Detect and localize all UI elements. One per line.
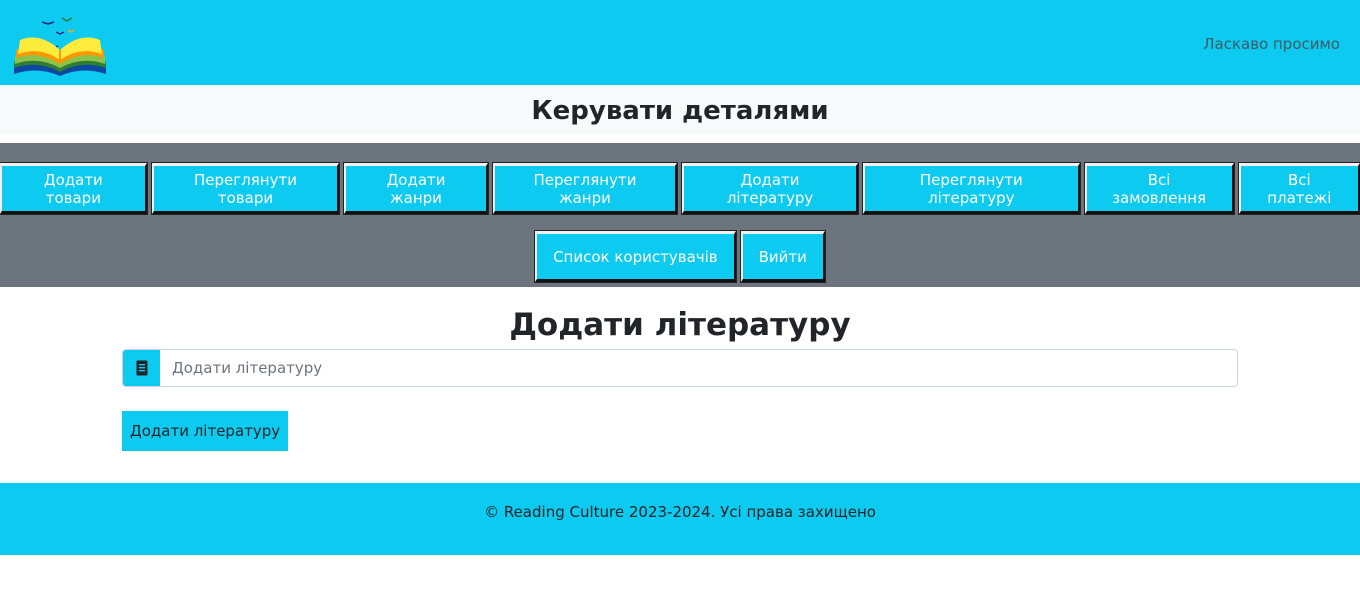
- add-literature-form: Додати літературу Додати літературу: [0, 305, 1360, 451]
- literature-name-input[interactable]: [160, 350, 1237, 386]
- welcome-text[interactable]: Ласкаво просимо: [1203, 35, 1340, 53]
- view-products-button[interactable]: Переглянути товари: [150, 162, 341, 215]
- view-literature-button[interactable]: Переглянути літературу: [861, 162, 1081, 215]
- add-products-button[interactable]: Додати товари: [0, 162, 148, 215]
- all-payments-button[interactable]: Всі платежі: [1237, 162, 1360, 215]
- all-orders-button[interactable]: Всі замовлення: [1083, 162, 1235, 215]
- top-navbar: Ласкаво просимо: [0, 0, 1360, 85]
- admin-menu: Додати товари Переглянути товари Додати …: [0, 143, 1360, 287]
- logout-button[interactable]: Вийти: [739, 230, 826, 283]
- page-title: Додати літературу: [509, 307, 851, 343]
- add-literature-submit-button[interactable]: Додати літературу: [122, 411, 289, 451]
- literature-input-group: [122, 349, 1238, 387]
- add-literature-button[interactable]: Додати літературу: [681, 162, 859, 215]
- admin-menu-row-2: Список користувачів Вийти: [0, 230, 1360, 283]
- document-icon: [123, 350, 160, 386]
- copyright-text: © Reading Culture 2023-2024. Усі права з…: [484, 503, 876, 521]
- manage-details-bar: Керувати деталями: [0, 85, 1360, 135]
- manage-details-title: Керувати деталями: [531, 96, 829, 126]
- user-list-button[interactable]: Список користувачів: [534, 230, 737, 283]
- submit-wrap: Додати літературу: [0, 411, 1360, 451]
- book-logo-icon[interactable]: [12, 10, 108, 76]
- admin-menu-row-1: Додати товари Переглянути товари Додати …: [0, 162, 1360, 215]
- page-footer: © Reading Culture 2023-2024. Усі права з…: [0, 483, 1360, 555]
- view-genres-button[interactable]: Переглянути жанри: [491, 162, 679, 215]
- add-genres-button[interactable]: Додати жанри: [343, 162, 489, 215]
